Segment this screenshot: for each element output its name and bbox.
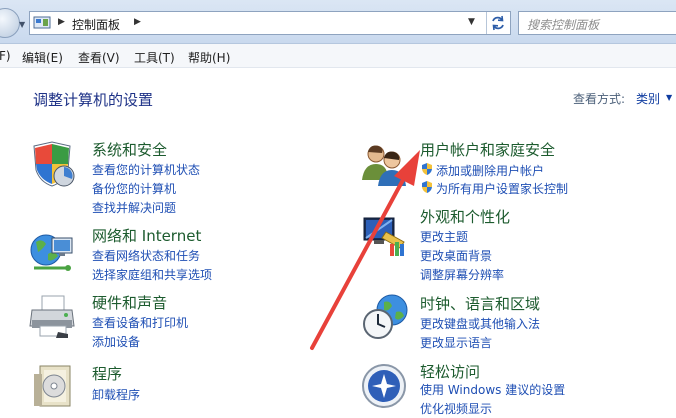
control-panel-icon (33, 16, 51, 29)
address-dropdown-icon[interactable]: ▼ (468, 17, 475, 27)
link-devices-printers[interactable]: 查看设备和打印机 (92, 314, 188, 331)
link-change-keyboard[interactable]: 更改键盘或其他输入法 (420, 315, 540, 332)
link-uninstall-program[interactable]: 卸载程序 (92, 386, 140, 403)
menu-view[interactable]: 查看(V) (78, 49, 120, 66)
uac-shield-icon (421, 180, 433, 194)
refresh-button[interactable] (486, 12, 508, 34)
view-by-label: 查看方式: (573, 92, 626, 106)
link-change-background[interactable]: 更改桌面背景 (420, 247, 492, 264)
link-change-theme[interactable]: 更改主题 (420, 228, 468, 245)
printer-icon[interactable] (28, 292, 76, 340)
search-placeholder: 搜索控制面板 (527, 18, 600, 32)
link-screen-resolution[interactable]: 调整屏幕分辨率 (420, 266, 504, 283)
breadcrumb-control-panel[interactable]: 控制面板 (72, 16, 120, 33)
link-parental-controls[interactable]: 为所有用户设置家长控制 (436, 180, 568, 197)
clock-globe-icon[interactable] (362, 292, 410, 340)
link-view-computer-status[interactable]: 查看您的计算机状态 (92, 161, 200, 178)
menu-file[interactable]: F) (0, 49, 11, 63)
menu-bar: F) 编辑(E) 查看(V) 工具(T) 帮助(H) (0, 44, 676, 68)
breadcrumb-separator-icon[interactable]: ▶ (58, 17, 65, 27)
menu-edit[interactable]: 编辑(E) (22, 49, 63, 66)
shield-security-icon[interactable] (28, 140, 76, 188)
category-title-network-internet[interactable]: 网络和 Internet (92, 225, 201, 246)
address-toolbar: ▼ ▶ 控制面板 ▶ ▼ 搜索控制面板 (0, 0, 676, 44)
network-globe-icon[interactable] (28, 228, 76, 276)
breadcrumb-separator-icon[interactable]: ▶ (134, 17, 141, 27)
link-troubleshoot[interactable]: 查找并解决问题 (92, 199, 176, 216)
ease-of-access-icon[interactable] (360, 362, 408, 410)
menu-tools[interactable]: 工具(T) (134, 49, 175, 66)
programs-icon[interactable] (30, 362, 78, 410)
recent-pages-dropdown[interactable]: ▼ (19, 20, 25, 29)
category-title-clock-language[interactable]: 时钟、语言和区域 (420, 293, 540, 314)
users-icon[interactable] (360, 140, 408, 188)
category-title-user-accounts[interactable]: 用户帐户和家庭安全 (420, 139, 555, 160)
view-by-dropdown[interactable]: 类别 (636, 90, 660, 107)
category-title-ease-of-access[interactable]: 轻松访问 (420, 361, 480, 382)
link-network-status[interactable]: 查看网络状态和任务 (92, 247, 200, 264)
link-change-display-language[interactable]: 更改显示语言 (420, 334, 492, 351)
link-recommended-settings[interactable]: 使用 Windows 建议的设置 (420, 381, 565, 398)
uac-shield-icon (421, 162, 433, 176)
category-title-hardware-sound[interactable]: 硬件和声音 (92, 292, 167, 313)
address-bar[interactable]: ▶ 控制面板 ▶ ▼ (29, 11, 511, 35)
refresh-icon (492, 15, 504, 31)
link-add-remove-accounts[interactable]: 添加或删除用户帐户 (436, 162, 544, 179)
category-title-appearance[interactable]: 外观和个性化 (420, 206, 510, 227)
link-backup-computer[interactable]: 备份您的计算机 (92, 180, 176, 197)
page-title: 调整计算机的设置 (33, 91, 154, 109)
appearance-icon[interactable] (360, 212, 408, 260)
forward-button[interactable] (0, 8, 20, 38)
category-title-system-security[interactable]: 系统和安全 (92, 139, 167, 160)
link-add-device[interactable]: 添加设备 (92, 333, 140, 350)
chevron-down-icon[interactable]: ▼ (666, 93, 672, 102)
category-title-programs[interactable]: 程序 (92, 363, 122, 384)
search-input[interactable]: 搜索控制面板 (518, 11, 676, 35)
link-homegroup-sharing[interactable]: 选择家庭组和共享选项 (92, 266, 212, 283)
link-optimize-display[interactable]: 优化视频显示 (420, 400, 492, 417)
menu-help[interactable]: 帮助(H) (188, 49, 230, 66)
